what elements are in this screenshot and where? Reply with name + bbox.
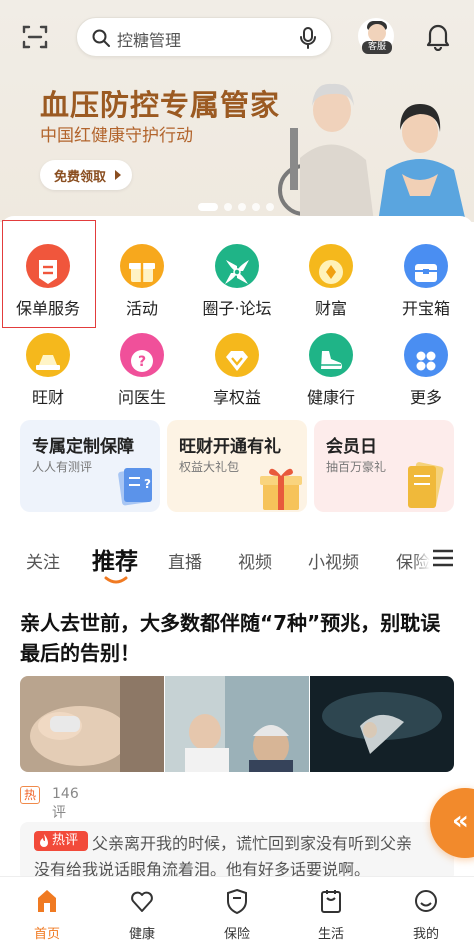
play-arrow-icon <box>115 170 121 180</box>
card-title: 会员日 <box>326 437 377 457</box>
hero-banner[interactable]: 控糖管理 客服 血压防控专属管家 中国红健康守护行动 免费领取 <box>0 0 474 222</box>
grid-item-more[interactable]: 更多 <box>381 333 471 423</box>
question-icon: ? <box>131 350 153 372</box>
article-title[interactable]: 亲人去世前，大多数都伴随“7种”预兆，别耽误最后的告别！ <box>20 608 456 668</box>
grid-item-forum[interactable]: 圈子·论坛 <box>192 244 282 334</box>
active-tab-indicator <box>104 576 128 584</box>
svg-text:?: ? <box>144 477 151 491</box>
ticket-icon <box>408 462 444 508</box>
banner-claim-button[interactable]: 免费领取 <box>40 160 132 190</box>
grid-item-wangcai[interactable]: 旺财 <box>3 333 93 423</box>
grid-item-treasure-box[interactable]: 开宝箱 <box>381 244 471 334</box>
grid-label: 旺财 <box>31 388 64 407</box>
grid-item-wealth[interactable]: 财富 <box>286 244 376 334</box>
customer-service-label[interactable]: 客服 <box>362 41 392 54</box>
card-title: 专属定制保障 <box>32 437 134 457</box>
questionnaire-icon: ? <box>118 468 152 506</box>
search-bar[interactable]: 控糖管理 <box>76 17 332 57</box>
tab-short-video[interactable]: 小视频 <box>308 548 359 573</box>
scan-icon[interactable] <box>22 24 48 50</box>
banner-claim-label: 免费领取 <box>54 170 107 185</box>
article-image-underwater <box>310 676 454 772</box>
card-title: 旺财开通有礼 <box>179 437 281 457</box>
more-apps-icon <box>416 351 436 371</box>
tab-recommend[interactable]: 推荐 <box>92 542 138 576</box>
grid-label: 圈子·论坛 <box>202 299 272 318</box>
nav-label: 保险 <box>223 927 250 942</box>
nav-home[interactable]: 首页 <box>12 885 82 945</box>
article-image-strip[interactable] <box>20 676 454 772</box>
grid-item-benefits[interactable]: 享权益 <box>192 333 282 423</box>
banner-people-illustration <box>278 83 466 222</box>
nav-insurance[interactable]: 保险 <box>202 885 272 945</box>
shield-icon <box>227 888 247 915</box>
tab-live[interactable]: 直播 <box>168 548 202 573</box>
grid-item-health-walk[interactable]: 健康行 <box>286 333 376 423</box>
nav-label: 健康 <box>128 927 155 942</box>
gift-icon <box>129 263 155 282</box>
top-bar: 控糖管理 客服 <box>0 0 474 72</box>
nav-label: 生活 <box>317 927 344 942</box>
hot-comment-badge-label: 热评 <box>52 833 79 848</box>
coin-icon <box>319 260 343 284</box>
treasure-box-icon <box>415 264 437 282</box>
article-image-doctor <box>165 676 309 772</box>
card-subtitle: 抽百万豪礼 <box>326 460 387 474</box>
pinwheel-icon <box>225 260 249 284</box>
tab-video[interactable]: 视频 <box>238 548 272 573</box>
search-placeholder: 控糖管理 <box>117 31 182 50</box>
hot-comment-line-1: 父亲离开我的时候，谎忙回到家没有听到父亲 <box>92 834 413 853</box>
nav-health[interactable]: 健康 <box>107 885 177 945</box>
gold-bar-icon <box>36 355 60 370</box>
shoe-icon <box>321 351 342 369</box>
bottom-navigation: 首页 健康 保险 生活 我的 <box>0 876 474 950</box>
selection-highlight-box <box>2 220 96 328</box>
svg-text:?: ? <box>138 354 146 370</box>
grid-item-activity[interactable]: 活动 <box>97 244 187 334</box>
grid-label: 更多 <box>409 388 442 407</box>
double-chevron-left-icon: « <box>452 806 469 836</box>
flame-icon <box>40 834 48 847</box>
calendar-bag-icon <box>321 890 341 913</box>
grid-label: 财富 <box>314 299 347 318</box>
grid-label: 开宝箱 <box>401 299 450 318</box>
menu-icon[interactable] <box>432 548 454 568</box>
nav-mine[interactable]: 我的 <box>391 885 461 945</box>
gift-box-icon <box>260 468 302 510</box>
hot-tag: 热 <box>20 786 40 804</box>
tab-follow[interactable]: 关注 <box>26 548 60 573</box>
nav-label: 我的 <box>412 927 439 942</box>
promo-card-member-day[interactable]: 会员日 抽百万豪礼 <box>314 420 454 512</box>
grid-label: 健康行 <box>306 388 355 407</box>
article-image-hands <box>20 676 164 772</box>
nav-label: 首页 <box>33 927 60 942</box>
grid-label: 活动 <box>125 299 158 318</box>
app-screen: 控糖管理 客服 血压防控专属管家 中国红健康守护行动 免费领取 保单服务 活动 … <box>0 0 474 950</box>
grid-item-ask-doctor[interactable]: ? 问医生 <box>97 333 187 423</box>
comment-count[interactable]: 146评 <box>52 786 79 822</box>
grid-label: 问医生 <box>117 388 166 407</box>
hot-comment-block[interactable]: 热评 父亲离开我的时候，谎忙回到家没有听到父亲 没有给我说话眼角流着泪。他有好多… <box>20 822 454 882</box>
card-subtitle: 权益大礼包 <box>179 460 240 474</box>
smiley-icon <box>415 890 437 912</box>
microphone-icon[interactable] <box>299 27 317 49</box>
promo-card-wangcai-gift[interactable]: 旺财开通有礼 权益大礼包 <box>167 420 307 512</box>
heart-icon <box>131 891 153 912</box>
banner-subtitle: 中国红健康守护行动 <box>40 126 193 146</box>
hot-comment-badge: 热评 <box>34 831 88 851</box>
search-icon <box>92 29 110 47</box>
bell-icon[interactable] <box>424 21 452 51</box>
feed-tabs: 关注 推荐 直播 视频 小视频 保险 <box>0 536 474 584</box>
home-icon <box>38 890 56 912</box>
card-subtitle: 人人有测评 <box>32 460 93 474</box>
nav-life[interactable]: 生活 <box>296 885 366 945</box>
diamond-icon <box>226 351 248 371</box>
tab-insurance[interactable]: 保险 <box>396 548 430 573</box>
banner-title: 血压防控专属管家 <box>40 88 281 122</box>
promo-card-custom-protection[interactable]: 专属定制保障 人人有测评 ? <box>20 420 160 512</box>
grid-label: 享权益 <box>212 388 261 407</box>
